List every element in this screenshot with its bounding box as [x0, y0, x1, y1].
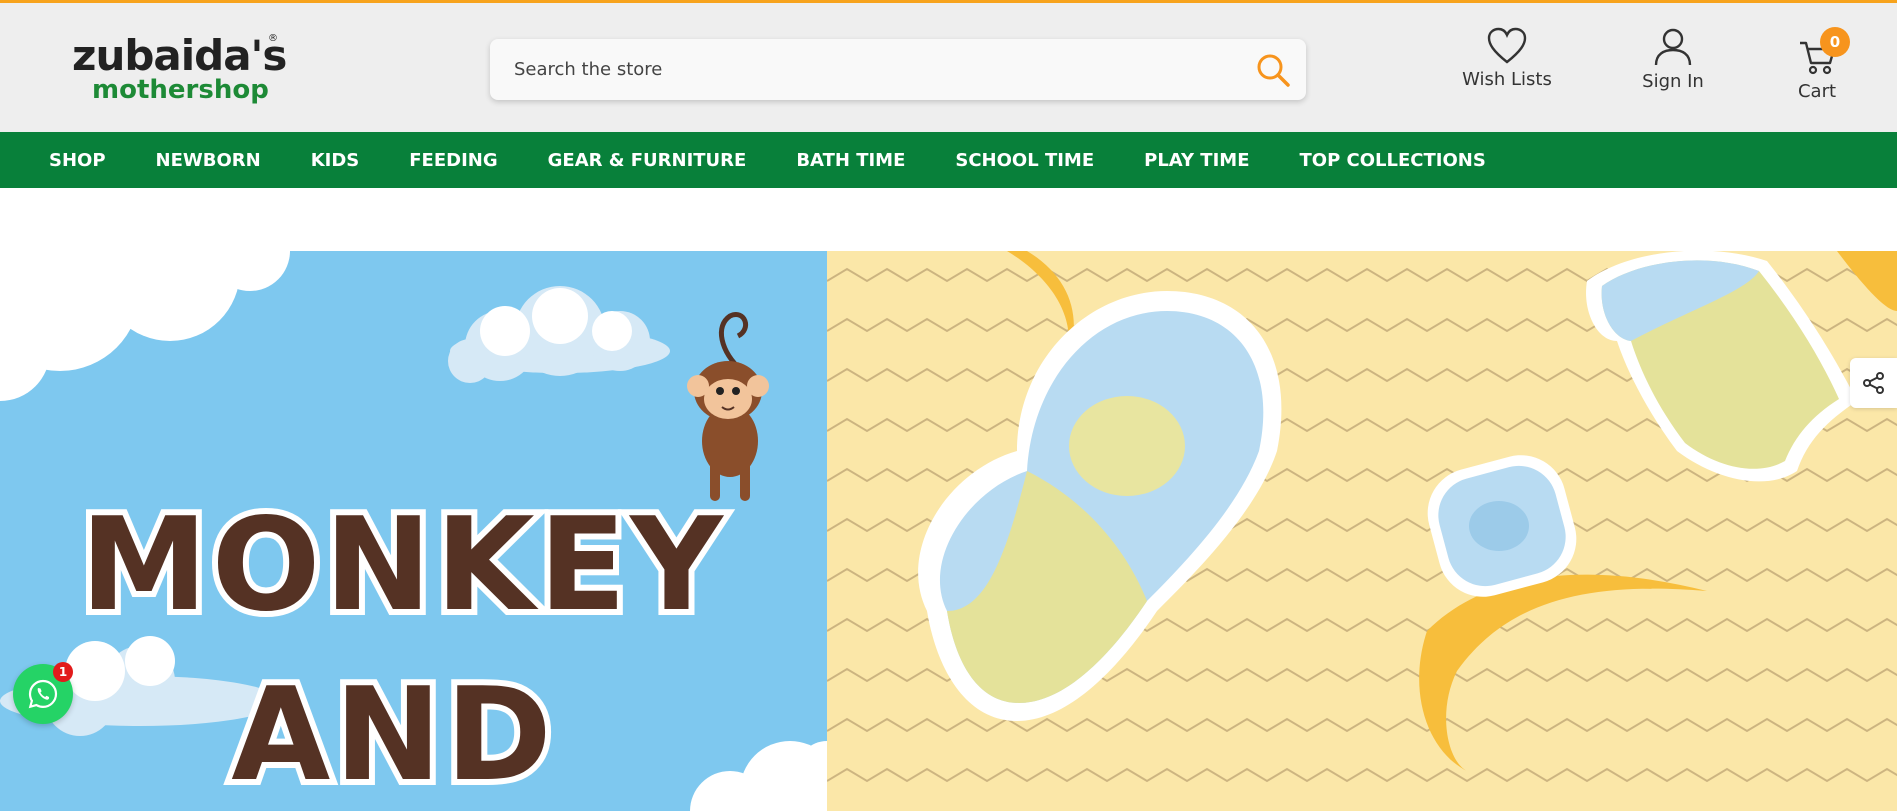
main-nav: SHOP NEWBORN KIDS FEEDING GEAR & FURNITU… — [0, 132, 1897, 188]
wish-lists-label: Wish Lists — [1462, 69, 1552, 90]
monkey-illustration — [687, 312, 769, 501]
nav-item-bath-time[interactable]: BATH TIME — [796, 150, 905, 171]
store-logo[interactable]: zubaida's ® mothershop — [72, 31, 287, 111]
site-header: zubaida's ® mothershop Wish Lists Sign I… — [0, 3, 1897, 132]
nav-item-kids[interactable]: KIDS — [311, 150, 360, 171]
search-bar — [490, 39, 1306, 100]
logo-subtitle: mothershop — [92, 75, 269, 105]
nav-item-top-collections[interactable]: TOP COLLECTIONS — [1300, 150, 1486, 171]
baby-nest-product — [918, 291, 1282, 721]
share-icon — [1863, 372, 1884, 394]
nav-item-school-time[interactable]: SCHOOL TIME — [955, 150, 1094, 171]
nav-item-feeding[interactable]: FEEDING — [409, 150, 497, 171]
search-input[interactable] — [514, 39, 1234, 100]
logo-registered-mark: ® — [268, 33, 278, 44]
nav-item-shop[interactable]: SHOP — [49, 150, 106, 171]
whatsapp-icon — [28, 679, 58, 709]
sign-in-link[interactable]: Sign In — [1628, 27, 1718, 92]
heart-icon — [1487, 27, 1527, 64]
sign-in-label: Sign In — [1642, 71, 1704, 92]
baby-onesie-product — [1586, 251, 1857, 482]
banner-title-line-1: MONKEY — [74, 485, 729, 646]
nav-item-play-time[interactable]: PLAY TIME — [1144, 150, 1249, 171]
whatsapp-notification-badge: 1 — [53, 662, 73, 682]
cart-label: Cart — [1797, 81, 1837, 102]
share-button[interactable] — [1850, 358, 1897, 408]
product-artwork — [827, 251, 1897, 783]
search-button[interactable] — [1254, 51, 1292, 89]
banner-product-panel — [827, 251, 1897, 811]
cart-count-badge: 0 — [1820, 27, 1850, 57]
banner-title-line-2: AND — [225, 655, 557, 811]
wish-lists-link[interactable]: Wish Lists — [1462, 27, 1552, 90]
banner-sky-panel: MONKEY AND — [0, 251, 827, 811]
user-icon — [1654, 28, 1692, 66]
search-icon — [1257, 54, 1290, 87]
nav-item-gear-furniture[interactable]: GEAR & FURNITURE — [548, 150, 747, 171]
logo-wordmark: zubaida's — [72, 31, 287, 80]
hero-banner[interactable]: MONKEY AND — [0, 251, 1897, 811]
nav-item-newborn[interactable]: NEWBORN — [156, 150, 261, 171]
